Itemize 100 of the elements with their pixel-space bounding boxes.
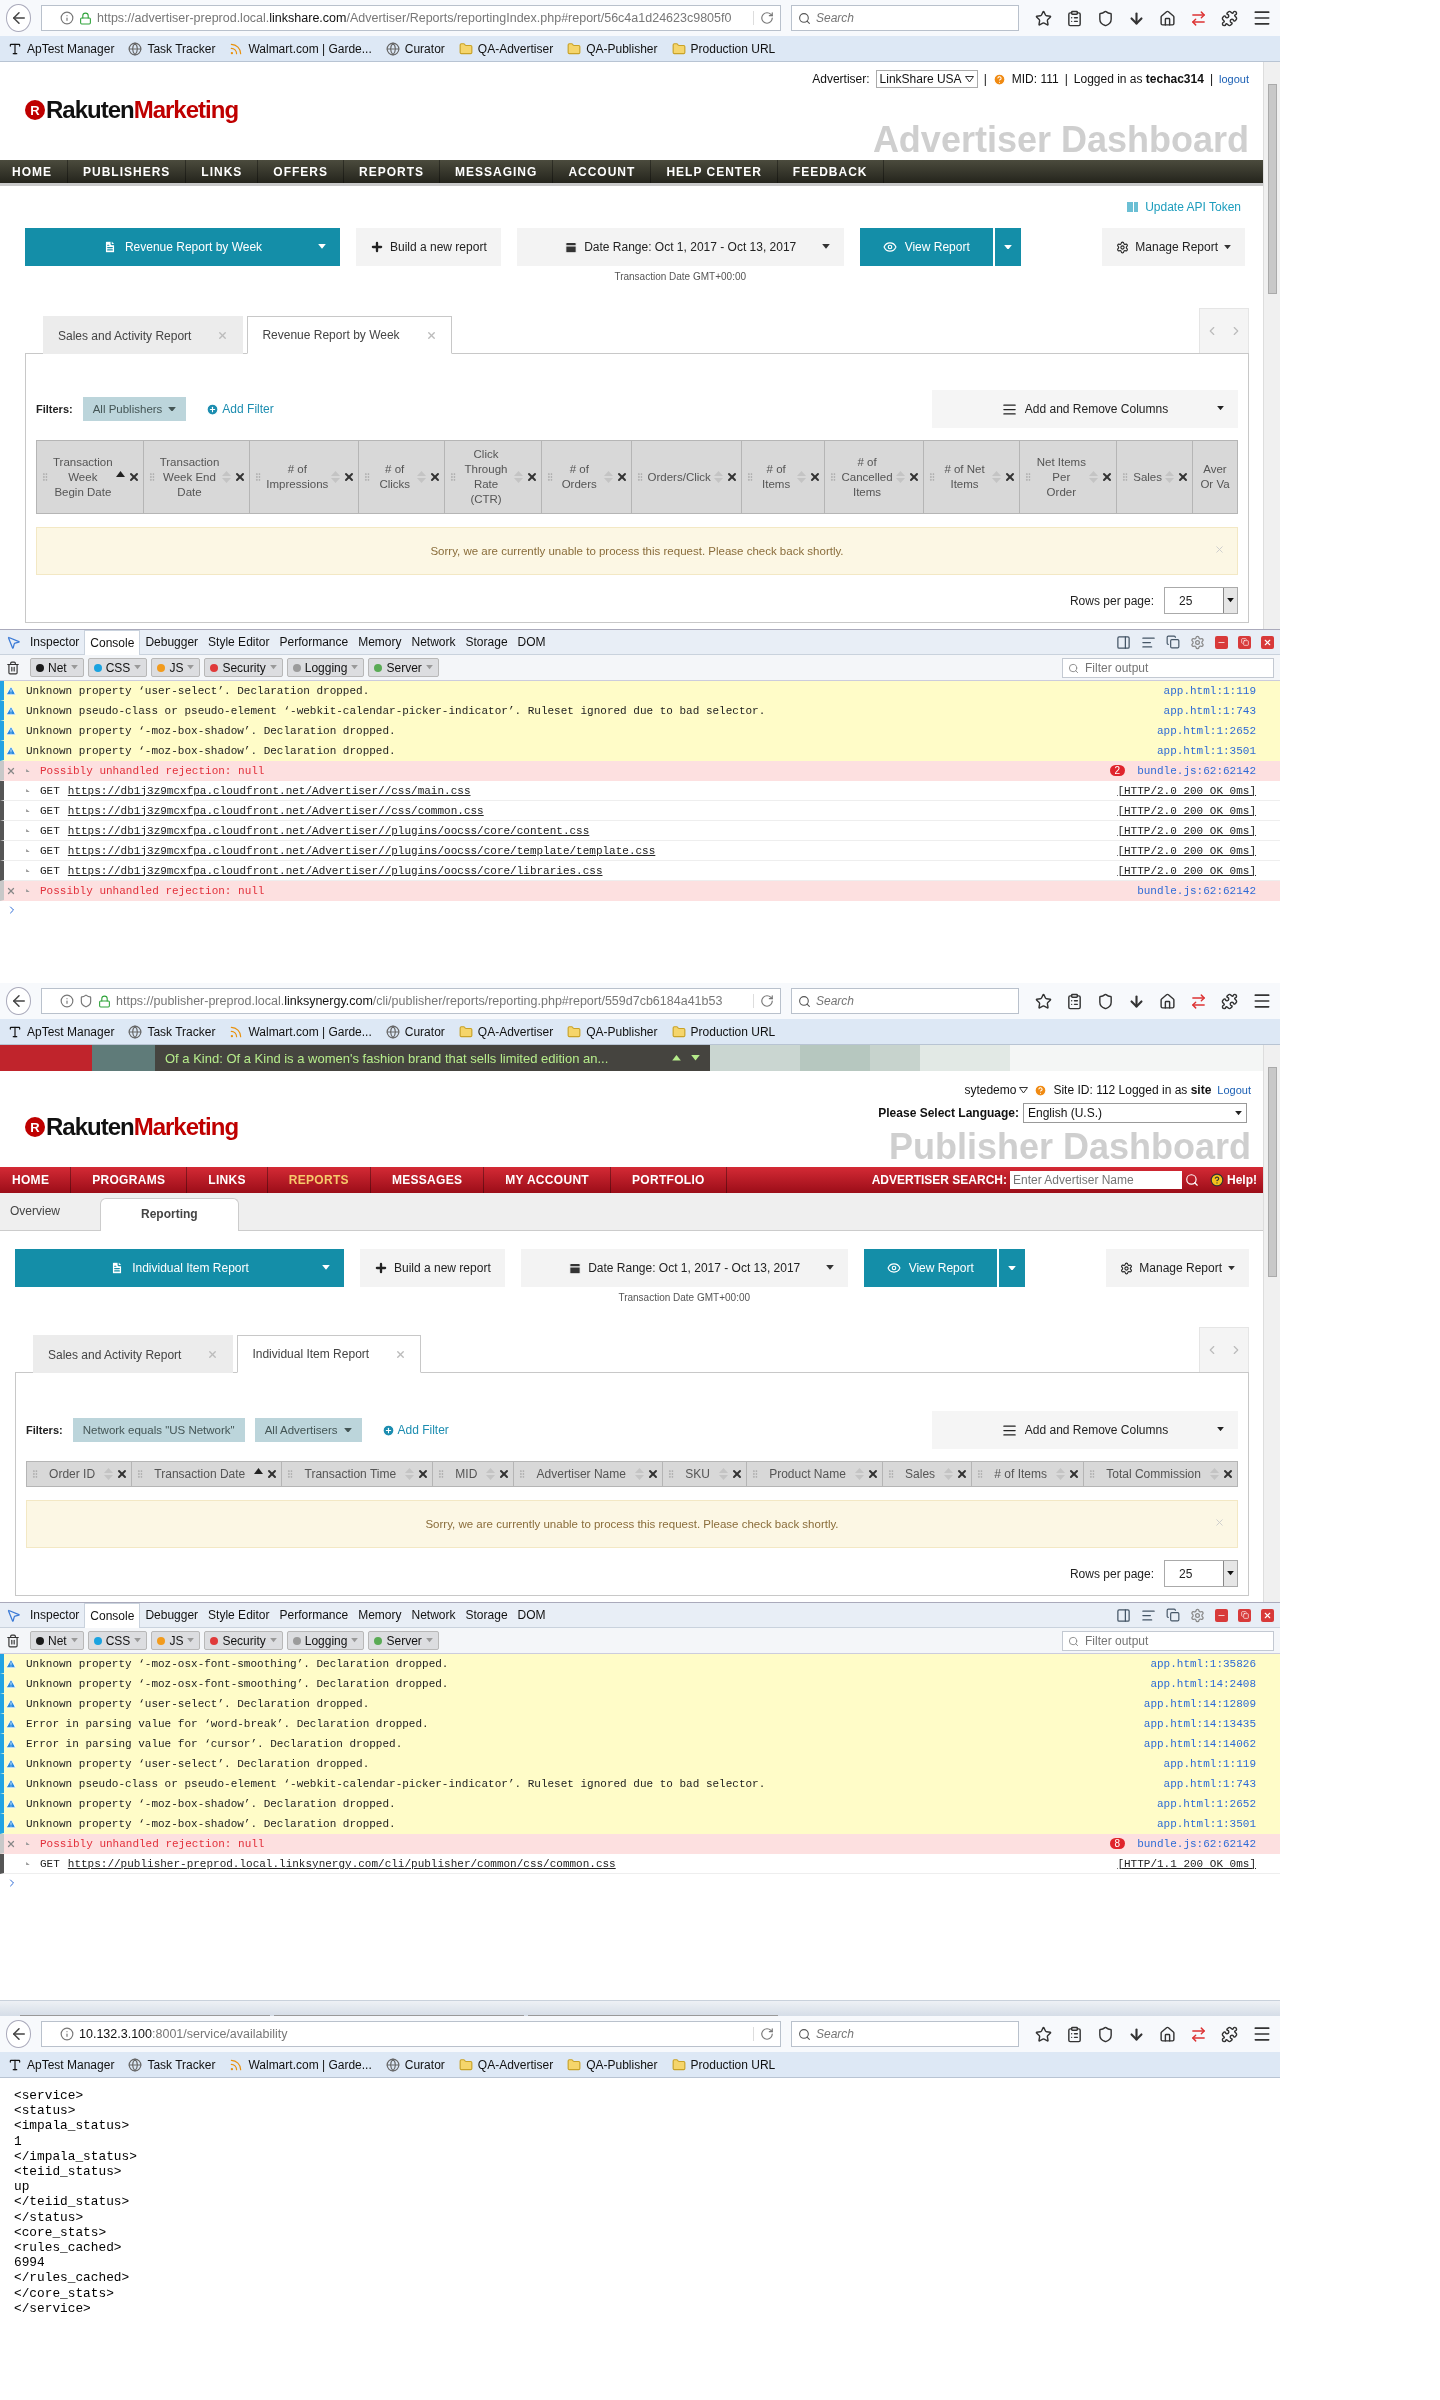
arrows-icon[interactable] xyxy=(1190,992,1207,1010)
report-tab[interactable]: Sales and Activity Report xyxy=(43,316,244,354)
picker-icon[interactable] xyxy=(6,1607,21,1623)
expand-icon[interactable] xyxy=(26,828,32,833)
back-button[interactable] xyxy=(6,4,31,32)
column-header[interactable]: Product Name xyxy=(747,1462,883,1486)
filter-output-field[interactable]: Filter output xyxy=(1062,657,1274,678)
filter-button[interactable]: Logging xyxy=(286,1631,365,1650)
reload-icon[interactable] xyxy=(760,994,774,1008)
logout-link[interactable]: logout xyxy=(1219,73,1249,85)
report-tab[interactable]: Revenue Report by Week xyxy=(247,316,452,354)
expand-icon[interactable] xyxy=(26,808,32,813)
menu-icon[interactable] xyxy=(1252,8,1272,28)
filter-output-field[interactable]: Filter output xyxy=(1062,1630,1274,1651)
source-link[interactable]: bundle.js:62:62142 xyxy=(1137,1837,1256,1850)
bookmark-link[interactable]: Task Tracker xyxy=(147,41,216,56)
bookmark-link[interactable]: QA-Advertiser xyxy=(477,1024,554,1039)
devtools-tab[interactable]: Debugger xyxy=(140,630,204,654)
column-header[interactable]: Transaction Date xyxy=(132,1462,283,1486)
account-select[interactable]: LinkShare USA xyxy=(875,70,978,88)
expand-icon[interactable] xyxy=(26,1861,32,1866)
star-icon[interactable] xyxy=(1035,992,1052,1010)
source-link[interactable]: bundle.js:62:62142 xyxy=(1137,764,1256,777)
filter-button[interactable]: Server xyxy=(368,658,439,677)
source-link[interactable]: app.html:1:119 xyxy=(1163,684,1256,697)
column-header[interactable]: MID xyxy=(433,1462,515,1486)
request-status[interactable]: [HTTP/2.0 200 OK 0ms] xyxy=(1117,804,1256,817)
source-link[interactable]: app.html:1:743 xyxy=(1163,1777,1256,1790)
view-report-button[interactable]: View Report xyxy=(859,228,993,266)
bookmark-link[interactable]: ApTest Manager xyxy=(27,2057,115,2072)
nav-item[interactable]: HELP CENTER xyxy=(651,160,778,183)
dropdown-button[interactable] xyxy=(994,228,1021,266)
menu-icon[interactable] xyxy=(1252,2024,1272,2044)
devtools-tab[interactable]: Style Editor xyxy=(203,1603,275,1627)
column-header[interactable]: Sales xyxy=(882,1462,973,1486)
star-icon[interactable] xyxy=(1035,9,1052,27)
column-header[interactable]: # of Clicks xyxy=(359,441,446,513)
build-report-button[interactable]: Build a new report xyxy=(356,228,501,266)
source-link[interactable]: app.html:14:13435 xyxy=(1143,1717,1256,1730)
request-url[interactable]: https://db1j3z9mcxfpa.cloudfront.net/Advertiser//css/main.css xyxy=(67,784,471,797)
filter-button[interactable]: JS xyxy=(151,1631,201,1650)
expand-icon[interactable] xyxy=(26,788,32,793)
remove-column-icon[interactable] xyxy=(809,471,822,483)
date-range-button[interactable]: Date Range: Oct 1, 2017 - Oct 13, 2017 xyxy=(516,228,844,266)
bookmark-link[interactable]: Curator xyxy=(404,1024,445,1039)
devtools-tab[interactable]: Console xyxy=(84,630,141,655)
clipboard-icon[interactable] xyxy=(1066,9,1083,27)
remove-column-icon[interactable] xyxy=(1177,471,1189,483)
column-header[interactable]: # of Impressions xyxy=(250,441,360,513)
column-header[interactable]: # of Items xyxy=(741,441,826,513)
date-range-button[interactable]: Date Range: Oct 1, 2017 - Oct 13, 2017 xyxy=(520,1249,848,1287)
bookmark-link[interactable]: Production URL xyxy=(690,2057,776,2072)
remove-column-icon[interactable] xyxy=(907,471,920,483)
remove-column-icon[interactable] xyxy=(866,1468,879,1480)
trash-icon[interactable] xyxy=(6,1633,20,1648)
rows-per-page-select[interactable]: 25 xyxy=(1164,1560,1238,1587)
search-field[interactable]: Search xyxy=(791,988,1019,1014)
picker-icon[interactable] xyxy=(6,634,21,650)
add-filter-link[interactable]: Add Filter xyxy=(206,402,274,416)
source-link[interactable]: app.html:1:2652 xyxy=(1156,1797,1256,1810)
devtools-tab[interactable]: DOM xyxy=(512,1603,551,1627)
nav-item[interactable]: LINKS xyxy=(186,160,259,183)
down-arrow-icon[interactable] xyxy=(691,1055,700,1061)
request-status[interactable]: [HTTP/2.0 200 OK 0ms] xyxy=(1117,864,1256,877)
request-status[interactable]: [HTTP/2.0 200 OK 0ms] xyxy=(1117,784,1256,797)
search-icon[interactable] xyxy=(1185,1173,1199,1187)
up-arrow-icon[interactable] xyxy=(672,1055,681,1061)
source-link[interactable]: app.html:14:2408 xyxy=(1150,1677,1256,1690)
source-link[interactable]: app.html:1:2652 xyxy=(1156,724,1256,737)
layout-icon[interactable] xyxy=(1116,1607,1131,1623)
remove-column-icon[interactable] xyxy=(1222,1468,1235,1480)
filter-button[interactable]: Security xyxy=(204,658,283,677)
devtools-tab[interactable]: Network xyxy=(406,1603,461,1627)
home-icon[interactable] xyxy=(1159,9,1176,27)
layout-icon[interactable] xyxy=(1116,634,1131,650)
remove-column-icon[interactable] xyxy=(1004,471,1017,483)
language-select[interactable]: English (U.S.) xyxy=(1023,1103,1247,1123)
columns-button[interactable]: Add and Remove Columns xyxy=(932,1411,1238,1449)
bookmark-link[interactable]: Curator xyxy=(404,41,445,56)
bookmark-link[interactable]: QA-Publisher xyxy=(586,2057,658,2072)
column-header[interactable]: # of Items xyxy=(972,1462,1085,1486)
devtools-tab[interactable]: Memory xyxy=(353,1603,407,1627)
filter-button[interactable]: CSS xyxy=(87,658,148,677)
search-field[interactable]: Search xyxy=(791,2021,1019,2047)
column-header[interactable]: Transaction Week Begin Date xyxy=(37,441,144,513)
request-url[interactable]: https://db1j3z9mcxfpa.cloudfront.net/Advertiser//css/common.css xyxy=(67,804,484,817)
nav-item[interactable]: FEEDBACK xyxy=(777,160,884,183)
devtools-tab[interactable]: Memory xyxy=(353,630,407,654)
remove-column-icon[interactable] xyxy=(116,1468,129,1480)
remove-column-icon[interactable] xyxy=(956,1468,969,1480)
help-link[interactable]: Help! xyxy=(1210,1173,1257,1187)
filter-button[interactable]: Net xyxy=(30,658,84,677)
arrows-icon[interactable] xyxy=(1190,9,1207,27)
puzzle-icon[interactable] xyxy=(1221,2025,1238,2043)
bookmark-link[interactable]: Task Tracker xyxy=(147,1024,216,1039)
column-header[interactable]: Net Items Per Order xyxy=(1020,441,1118,513)
remove-column-icon[interactable] xyxy=(234,471,247,483)
column-header[interactable]: Orders/Click xyxy=(631,441,742,513)
bookmark-link[interactable]: QA-Publisher xyxy=(586,41,658,56)
devtools-tab[interactable]: Debugger xyxy=(140,1603,204,1627)
